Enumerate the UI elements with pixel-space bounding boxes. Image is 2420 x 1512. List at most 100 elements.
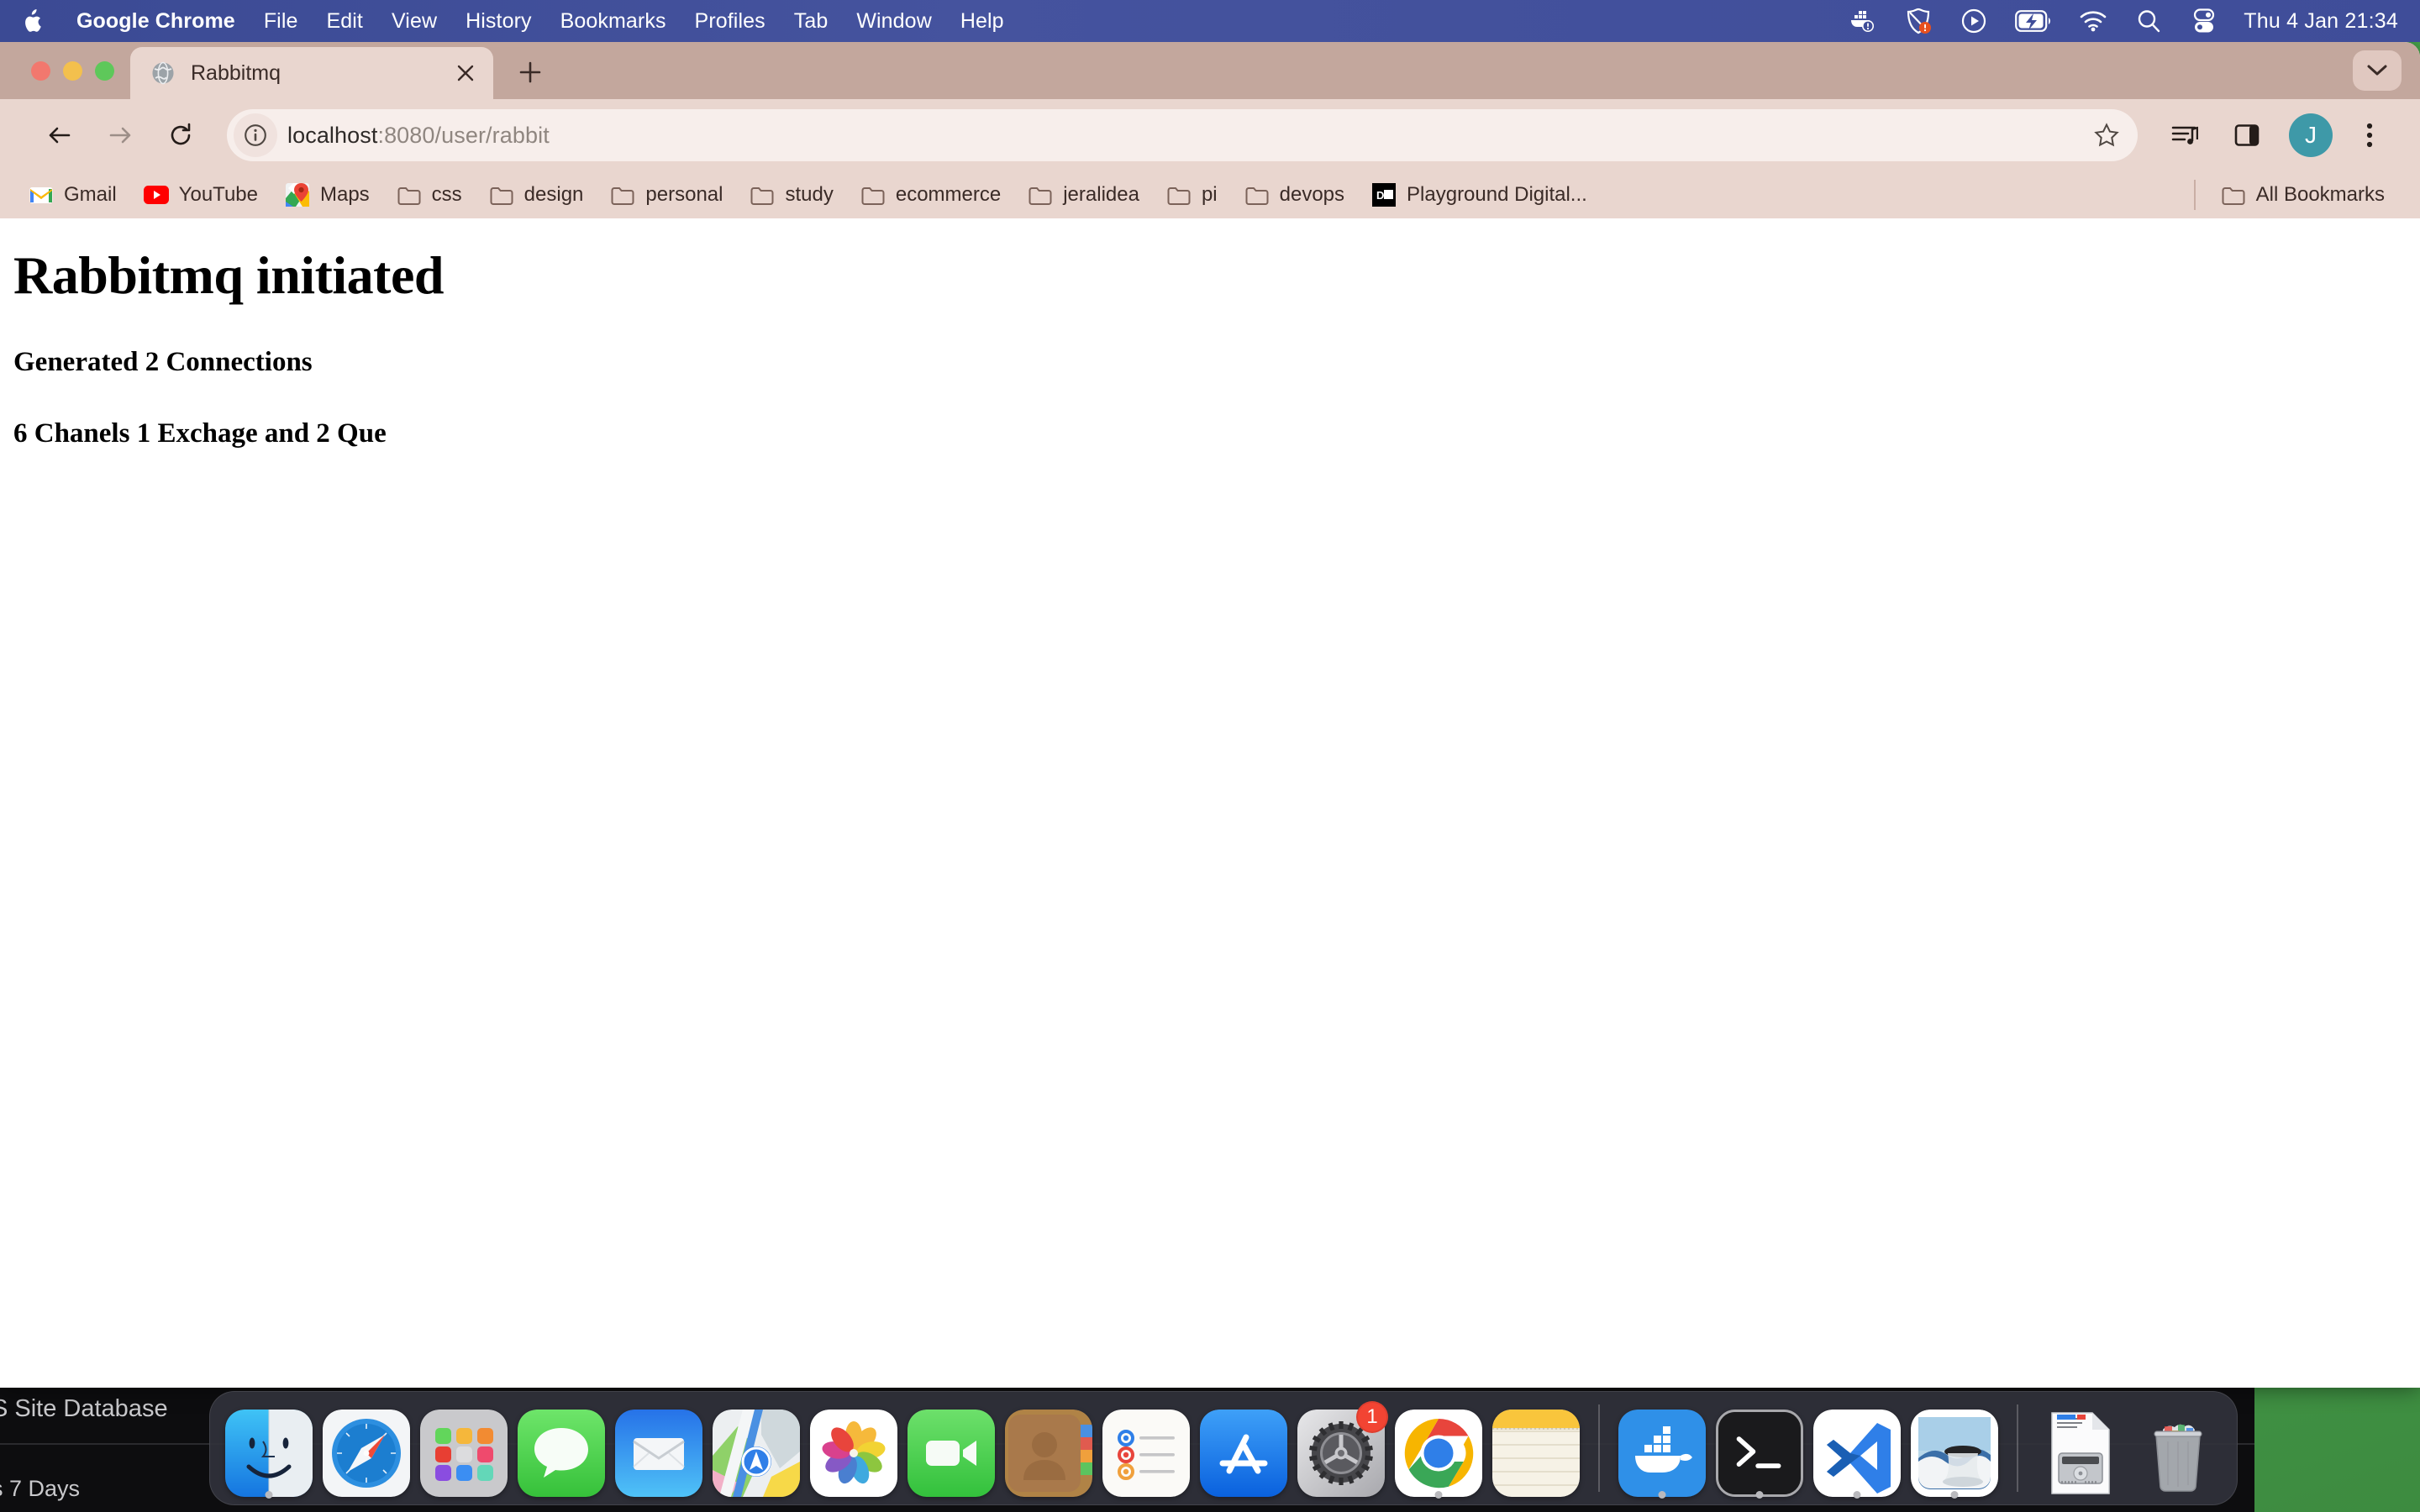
bookmark-label: Gmail bbox=[64, 183, 117, 206]
bookmark-folder-css[interactable]: css bbox=[387, 176, 472, 213]
dock-item-system-settings[interactable]: 1 bbox=[1292, 1399, 1390, 1497]
bookmark-folder-devops[interactable]: devops bbox=[1234, 176, 1355, 213]
bookmark-folder-study[interactable]: study bbox=[739, 176, 843, 213]
dock-item-notes[interactable] bbox=[1487, 1399, 1585, 1497]
back-button[interactable] bbox=[34, 109, 86, 161]
dock-item-downloads-stack[interactable] bbox=[2032, 1399, 2129, 1497]
bookmark-folder-pi[interactable]: pi bbox=[1156, 176, 1228, 213]
bookmark-playground-digital[interactable]: D Playground Digital... bbox=[1361, 176, 1597, 213]
menu-item-bookmarks[interactable]: Bookmarks bbox=[546, 0, 681, 42]
launchpad-icon bbox=[420, 1410, 508, 1497]
chrome-icon bbox=[1395, 1410, 1482, 1497]
three-dots-vertical-icon[interactable] bbox=[2344, 110, 2395, 160]
menu-item-file[interactable]: File bbox=[250, 0, 313, 42]
globe-icon bbox=[150, 60, 176, 86]
dock-item-mail[interactable] bbox=[610, 1399, 708, 1497]
menu-item-view[interactable]: View bbox=[377, 0, 451, 42]
dock-item-facetime[interactable] bbox=[902, 1399, 1000, 1497]
menu-item-window[interactable]: Window bbox=[842, 0, 946, 42]
info-circle-icon[interactable] bbox=[234, 113, 277, 157]
bookmark-label: devops bbox=[1279, 183, 1345, 206]
folder-icon bbox=[1166, 182, 1192, 207]
bookmark-folder-personal[interactable]: personal bbox=[600, 176, 733, 213]
chevron-down-icon[interactable] bbox=[2353, 50, 2402, 91]
page-viewport: Rabbitmq initiated Generated 2 Connectio… bbox=[0, 218, 2420, 1388]
dock-item-contacts[interactable] bbox=[1000, 1399, 1097, 1497]
dock-item-app-store[interactable] bbox=[1195, 1399, 1292, 1497]
folder-icon bbox=[489, 182, 514, 207]
menu-item-google-chrome[interactable]: Google Chrome bbox=[62, 0, 250, 42]
star-icon[interactable] bbox=[2084, 113, 2129, 158]
bookmark-folder-design[interactable]: design bbox=[479, 176, 594, 213]
dock-separator-1 bbox=[1598, 1404, 1600, 1492]
maximize-window-button[interactable] bbox=[95, 61, 114, 81]
bookmark-label: design bbox=[523, 183, 584, 206]
minimize-window-button[interactable] bbox=[63, 61, 82, 81]
reload-button[interactable] bbox=[155, 109, 207, 161]
dock-item-safari[interactable] bbox=[318, 1399, 415, 1497]
docker-icon bbox=[1618, 1410, 1706, 1497]
maps-icon bbox=[713, 1410, 800, 1497]
dock-item-launchpad[interactable] bbox=[415, 1399, 513, 1497]
spotlight-search-icon[interactable] bbox=[2134, 7, 2163, 35]
dock-item-trash[interactable] bbox=[2129, 1399, 2227, 1497]
dock-item-photos[interactable] bbox=[805, 1399, 902, 1497]
dock-item-visual-studio-code[interactable] bbox=[1808, 1399, 1906, 1499]
bookmark-folder-jeralidea[interactable]: jeralidea bbox=[1018, 176, 1150, 213]
dock-item-terminal[interactable] bbox=[1711, 1399, 1808, 1499]
google-maps-icon bbox=[285, 182, 310, 207]
macos-menu-bar: Google Chrome File Edit View History Boo… bbox=[0, 0, 2420, 42]
contacts-icon bbox=[1005, 1410, 1092, 1497]
forward-button[interactable] bbox=[94, 109, 146, 161]
play-circle-icon[interactable] bbox=[1960, 7, 1988, 35]
shield-alert-icon[interactable] bbox=[1904, 7, 1933, 35]
bookmark-youtube[interactable]: YouTube bbox=[134, 176, 268, 213]
url-input[interactable]: localhost:8080/user/rabbit bbox=[287, 123, 2084, 149]
profile-avatar[interactable]: J bbox=[2289, 113, 2333, 157]
menu-item-history[interactable]: History bbox=[451, 0, 545, 42]
safari-icon bbox=[323, 1410, 410, 1497]
dock-item-preview[interactable] bbox=[1906, 1399, 2003, 1499]
menu-bar-status-items: Thu 4 Jan 21:34 bbox=[1835, 0, 2420, 42]
side-panel-icon[interactable] bbox=[2222, 110, 2272, 160]
dock-item-docker[interactable] bbox=[1613, 1399, 1711, 1499]
url-host: localhost bbox=[287, 122, 378, 148]
finder-icon bbox=[225, 1410, 313, 1497]
dock-item-maps[interactable] bbox=[708, 1399, 805, 1497]
bookmark-folder-ecommerce[interactable]: ecommerce bbox=[850, 176, 1011, 213]
battery-charging-icon[interactable] bbox=[2015, 7, 2052, 35]
control-center-icon[interactable] bbox=[2190, 7, 2218, 35]
all-bookmarks-button[interactable]: All Bookmarks bbox=[2211, 176, 2395, 213]
dock-item-messages[interactable] bbox=[513, 1399, 610, 1497]
folder-icon bbox=[610, 182, 635, 207]
reminders-icon bbox=[1102, 1410, 1190, 1497]
running-indicator bbox=[1755, 1491, 1764, 1499]
media-controls-icon[interactable] bbox=[2160, 110, 2210, 160]
dock-item-google-chrome[interactable] bbox=[1390, 1399, 1487, 1499]
close-window-button[interactable] bbox=[31, 61, 50, 81]
new-tab-button[interactable] bbox=[508, 50, 552, 94]
window-traffic-lights bbox=[0, 61, 130, 99]
dock-item-finder[interactable] bbox=[220, 1399, 318, 1499]
menu-bar-clock[interactable]: Thu 4 Jan 21:34 bbox=[2244, 9, 2398, 34]
bookmarks-bar-right: All Bookmarks bbox=[2193, 176, 2402, 213]
all-bookmarks-label: All Bookmarks bbox=[2255, 183, 2385, 206]
wifi-icon[interactable] bbox=[2079, 7, 2107, 35]
messages-icon bbox=[518, 1410, 605, 1497]
menu-item-help[interactable]: Help bbox=[946, 0, 1018, 42]
address-bar[interactable]: localhost:8080/user/rabbit bbox=[227, 109, 2138, 161]
menu-item-tab[interactable]: Tab bbox=[780, 0, 843, 42]
bookmark-gmail[interactable]: Gmail bbox=[18, 176, 127, 213]
preview-icon bbox=[1911, 1410, 1998, 1497]
running-indicator bbox=[1434, 1491, 1443, 1499]
dock-item-reminders[interactable] bbox=[1097, 1399, 1195, 1497]
svg-text:D: D bbox=[1376, 189, 1384, 202]
bookmark-maps[interactable]: Maps bbox=[275, 176, 380, 213]
close-tab-button[interactable] bbox=[451, 59, 480, 87]
apple-logo-icon[interactable] bbox=[22, 8, 44, 34]
menu-item-edit[interactable]: Edit bbox=[313, 0, 377, 42]
menu-item-profiles[interactable]: Profiles bbox=[681, 0, 780, 42]
disk-image-file-icon bbox=[2037, 1410, 2124, 1497]
docker-whale-icon[interactable] bbox=[1849, 7, 1877, 35]
tab-rabbitmq[interactable]: Rabbitmq bbox=[130, 47, 493, 99]
